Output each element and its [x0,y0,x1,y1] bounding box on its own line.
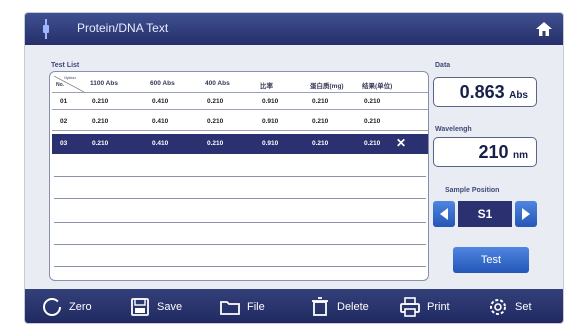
save-icon [131,298,149,316]
arrow-right-icon [522,208,530,220]
zero-label: Zero [69,301,92,313]
row-cell: 0.210 [92,118,109,125]
data-display: 0.863 Abs [433,77,537,107]
device-screen: Protein/DNA Text Test List Option No. 11… [24,12,564,324]
set-button[interactable]: Set [487,289,557,323]
previous-sample-button[interactable] [433,201,455,227]
empty-row-divider [54,198,426,199]
table-row-selected[interactable]: 03 0.210 0.410 0.210 0.910 0.210 0.210 ✕ [52,134,428,154]
column-header: 结果(单位) [362,83,393,90]
bottom-toolbar: Zero Save File Delete Print Set [25,289,563,323]
power-ring-icon [43,298,61,316]
print-label: Print [427,301,450,313]
next-sample-button[interactable] [515,201,537,227]
close-icon[interactable]: ✕ [396,136,406,150]
save-label: Save [157,301,183,313]
test-list-label: Test List [51,62,80,69]
test-list-panel[interactable]: Option No. 1100 Abs 600 Abs 400 Abs 比率 蛋… [49,71,429,281]
row-cell: 0.210 [207,140,224,147]
sample-position-label: Sample Position [445,187,500,194]
data-label: Data [435,62,451,69]
row-cell: 0.210 [364,140,381,147]
test-button[interactable]: Test [453,247,529,273]
sample-position-control: S1 [433,201,537,227]
set-label: Set [515,301,532,313]
column-header: 600 Abs [150,80,175,87]
empty-row-divider [54,176,426,177]
row-cell: 0.210 [207,98,224,105]
row-cell: 0.210 [312,118,329,125]
empty-row-divider [54,222,426,223]
folder-icon [220,301,240,315]
data-unit: Abs [509,90,528,101]
table-row[interactable]: 02 0.210 0.410 0.210 0.910 0.210 0.210 [52,113,428,131]
row-cell: 0.910 [262,98,279,105]
pipette-icon [43,19,49,39]
sample-position-value: S1 [458,201,512,227]
wavelength-unit: nm [513,150,528,161]
file-label: File [247,301,265,313]
row-cell: 0.210 [207,118,224,125]
page-title: Protein/DNA Text [77,21,169,35]
empty-row-divider [54,244,426,245]
trash-icon [312,297,328,316]
data-value: 0.863 [459,82,505,102]
row-cell: 0.210 [92,98,109,105]
row-no: 01 [60,98,68,105]
column-header: 1100 Abs [90,80,118,87]
column-header: 比率 [260,83,273,90]
title-bar: Protein/DNA Text [25,13,563,45]
row-no: 02 [60,118,68,125]
header-option: Option [64,75,76,80]
wavelength-value: 210 [478,142,509,162]
row-cell: 0.210 [364,118,381,125]
row-cell: 0.210 [312,98,329,105]
row-cell: 0.910 [262,118,279,125]
table-row[interactable]: 01 0.210 0.410 0.210 0.910 0.210 0.210 [52,92,428,110]
file-button[interactable]: File [219,289,289,323]
save-button[interactable]: Save [129,289,199,323]
column-header: 400 Abs [205,80,230,87]
print-button[interactable]: Print [399,289,469,323]
row-cell: 0.210 [364,98,381,105]
column-header: 蛋白质(mg) [310,83,344,90]
table-header: Option No. 1100 Abs 600 Abs 400 Abs 比率 蛋… [50,74,428,94]
row-cell: 0.210 [92,140,109,147]
home-icon[interactable] [535,20,553,38]
row-cell: 0.410 [152,140,169,147]
zero-button[interactable]: Zero [41,289,111,323]
row-no: 03 [60,140,68,147]
header-option-no: Option No. [54,75,84,92]
row-cell: 0.410 [152,98,169,105]
empty-row-divider [54,266,426,267]
header-no: No. [56,82,65,88]
row-cell: 0.410 [152,118,169,125]
printer-icon [400,297,420,317]
wavelength-display[interactable]: 210 nm [433,137,537,167]
arrow-left-icon [440,208,448,220]
row-cell: 0.910 [262,140,279,147]
delete-label: Delete [337,301,369,313]
delete-button[interactable]: Delete [309,289,389,323]
row-cell: 0.210 [312,140,329,147]
gear-icon [490,299,506,315]
wavelength-label: Wavelengh [435,126,472,133]
